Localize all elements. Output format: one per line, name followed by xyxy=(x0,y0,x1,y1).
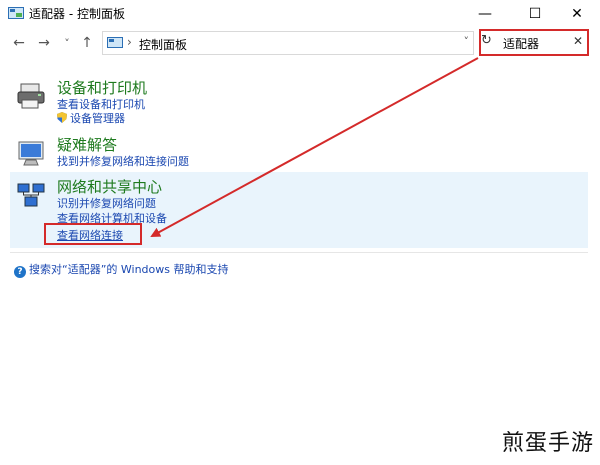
search-input[interactable] xyxy=(503,35,573,51)
uac-shield-icon xyxy=(57,112,67,123)
help-search-link[interactable]: ? 搜索对“适配器”的 Windows 帮助和支持 xyxy=(14,261,229,278)
divider xyxy=(10,252,588,253)
group-title[interactable]: 设备和打印机 xyxy=(57,77,147,98)
device-manager-label: 设备管理器 xyxy=(70,112,125,125)
watermark-text: 煎蛋手游 xyxy=(501,431,594,456)
breadcrumb-separator: › xyxy=(127,35,132,49)
help-icon: ? xyxy=(14,266,26,278)
troubleshoot-icon xyxy=(18,141,44,166)
group-title[interactable]: 网络和共享中心 xyxy=(57,176,162,197)
address-bar[interactable]: › 控制面板 ˅ xyxy=(102,31,474,55)
control-panel-icon xyxy=(8,7,24,19)
window-title: 适配器 - 控制面板 xyxy=(29,7,125,21)
breadcrumb-control-panel[interactable]: 控制面板 xyxy=(139,36,187,53)
up-button[interactable]: ↑ xyxy=(78,33,96,53)
fix-network-problems-link[interactable]: 找到并修复网络和连接问题 xyxy=(57,153,189,169)
network-center-icon xyxy=(17,183,45,207)
navigation-bar: ← → ˅ ↑ › 控制面板 ˅ ↻ ✕ xyxy=(0,28,600,58)
help-search-label: 搜索对“适配器”的 Windows 帮助和支持 xyxy=(29,263,229,276)
group-troubleshooting: 疑难解答 找到并修复网络和连接问题 xyxy=(10,134,570,170)
title-bar: 适配器 - 控制面板 — ☐ ✕ xyxy=(0,0,600,27)
forward-button[interactable]: → xyxy=(35,33,53,53)
identify-fix-network-link[interactable]: 识别并修复网络问题 xyxy=(57,195,156,211)
control-panel-icon xyxy=(107,37,123,48)
annotation-highlight-box xyxy=(44,223,142,245)
printer-icon xyxy=(17,83,45,109)
address-dropdown-button[interactable]: ˅ xyxy=(464,35,470,48)
device-manager-link[interactable]: 设备管理器 xyxy=(57,110,125,126)
recent-locations-button[interactable]: ˅ xyxy=(58,33,76,53)
minimize-button[interactable]: — xyxy=(462,0,508,27)
back-button[interactable]: ← xyxy=(10,33,28,53)
close-button[interactable]: ✕ xyxy=(554,0,600,27)
clear-search-button[interactable]: ✕ xyxy=(573,34,583,48)
group-title[interactable]: 疑难解答 xyxy=(57,134,117,155)
maximize-button[interactable]: ☐ xyxy=(512,0,558,27)
search-box: ✕ xyxy=(479,29,589,56)
group-devices-and-printers: 设备和打印机 查看设备和打印机 设备管理器 xyxy=(10,77,570,127)
